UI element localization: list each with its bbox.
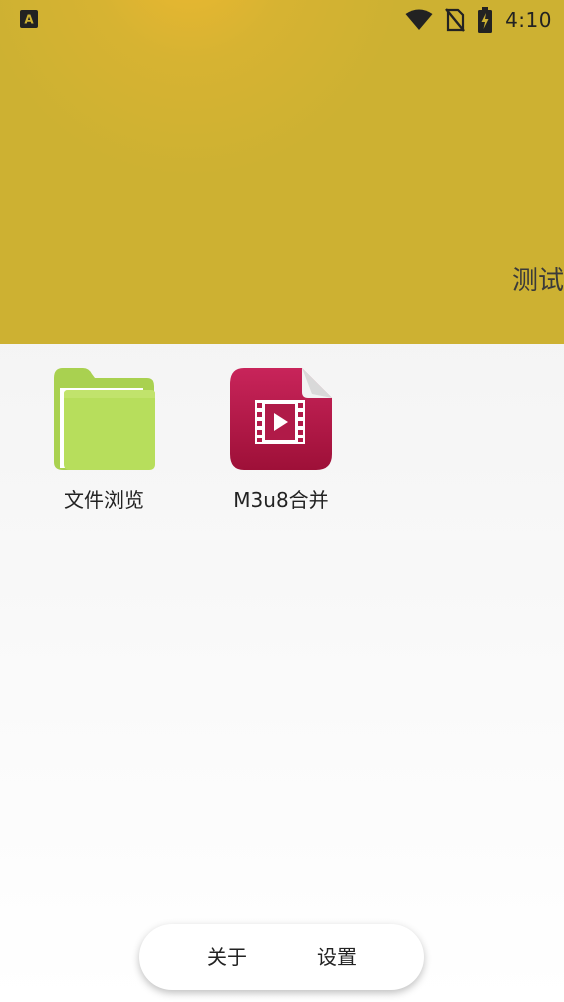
settings-button[interactable]: 设置 <box>295 924 379 990</box>
a-notification-icon: A <box>20 10 38 28</box>
app-label: M3u8合并 <box>233 488 329 512</box>
about-button[interactable]: 关于 <box>185 924 269 990</box>
app-m3u8-merge[interactable]: M3u8合并 <box>206 366 356 513</box>
svg-text:A: A <box>24 13 34 27</box>
no-sim-icon <box>445 8 466 32</box>
status-clock: 4:10 <box>505 8 552 32</box>
folder-icon <box>54 368 155 470</box>
wifi-icon <box>405 9 433 30</box>
header-title: 测试 <box>511 266 564 296</box>
header-banner: A 4:10 测试 <box>0 0 564 344</box>
app-label: 文件浏览 <box>64 488 144 512</box>
bottom-action-bar: 关于 设置 <box>139 924 424 990</box>
battery-charging-icon <box>478 7 493 33</box>
status-bar: A 4:10 <box>0 0 564 40</box>
app-screen: A 4:10 测试 文件浏览 M3u8合并 关于 设置 <box>0 0 564 1002</box>
app-file-browser[interactable]: 文件浏览 <box>29 366 179 513</box>
status-icons: 4:10 <box>405 6 552 34</box>
video-file-icon <box>230 368 332 470</box>
